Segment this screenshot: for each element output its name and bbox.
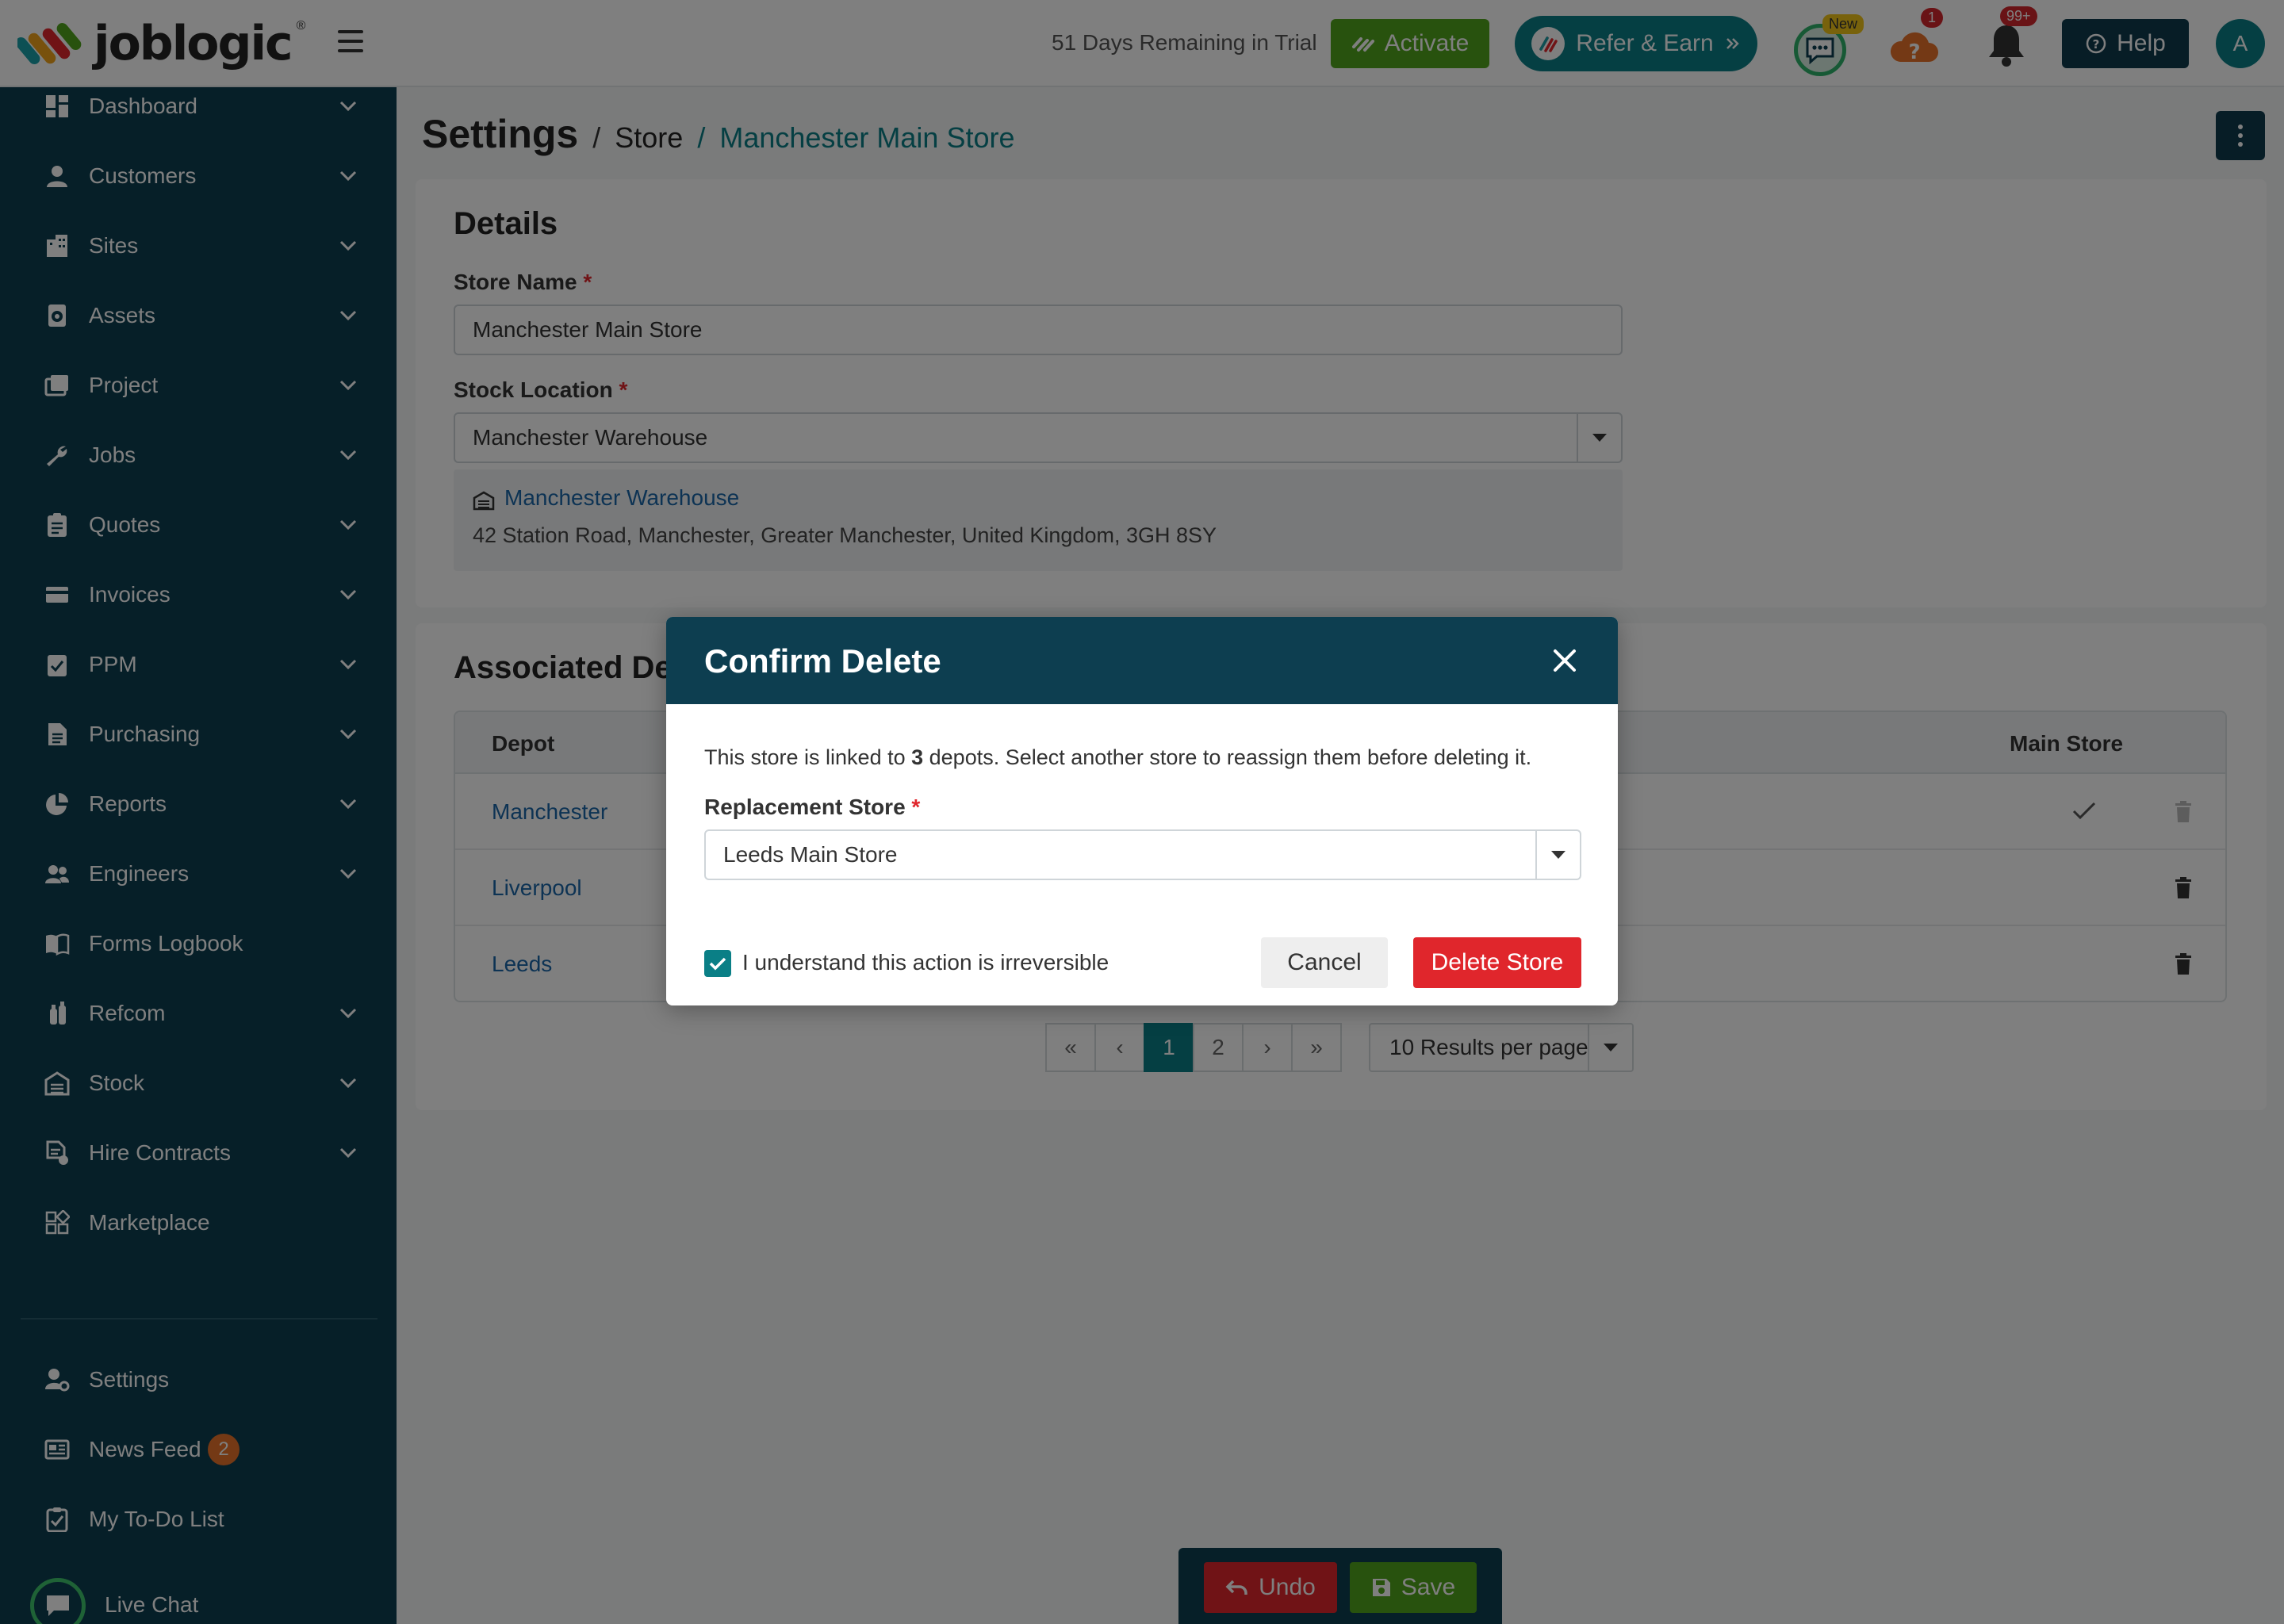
linked-depot-count: 3 — [911, 745, 924, 769]
close-icon[interactable] — [1551, 647, 1578, 674]
replacement-store-value: Leeds Main Store — [723, 842, 898, 867]
delete-store-button[interactable]: Delete Store — [1413, 937, 1581, 988]
dialog-title: Confirm Delete — [704, 642, 941, 680]
caret-down-icon[interactable] — [1535, 831, 1580, 879]
dialog-message: This store is linked to 3 depots. Select… — [704, 745, 1532, 769]
replacement-store-select[interactable]: Leeds Main Store — [704, 829, 1581, 880]
irreversible-checkbox-label[interactable]: I understand this action is irreversible — [742, 950, 1109, 975]
cancel-button[interactable]: Cancel — [1261, 937, 1388, 988]
checkmark-icon — [709, 957, 726, 971]
dialog-header: Confirm Delete — [666, 617, 1618, 704]
irreversible-checkbox[interactable] — [704, 950, 731, 977]
confirm-delete-dialog: Confirm Delete This store is linked to 3… — [666, 617, 1618, 1005]
replacement-store-label: Replacement Store * — [704, 795, 921, 819]
